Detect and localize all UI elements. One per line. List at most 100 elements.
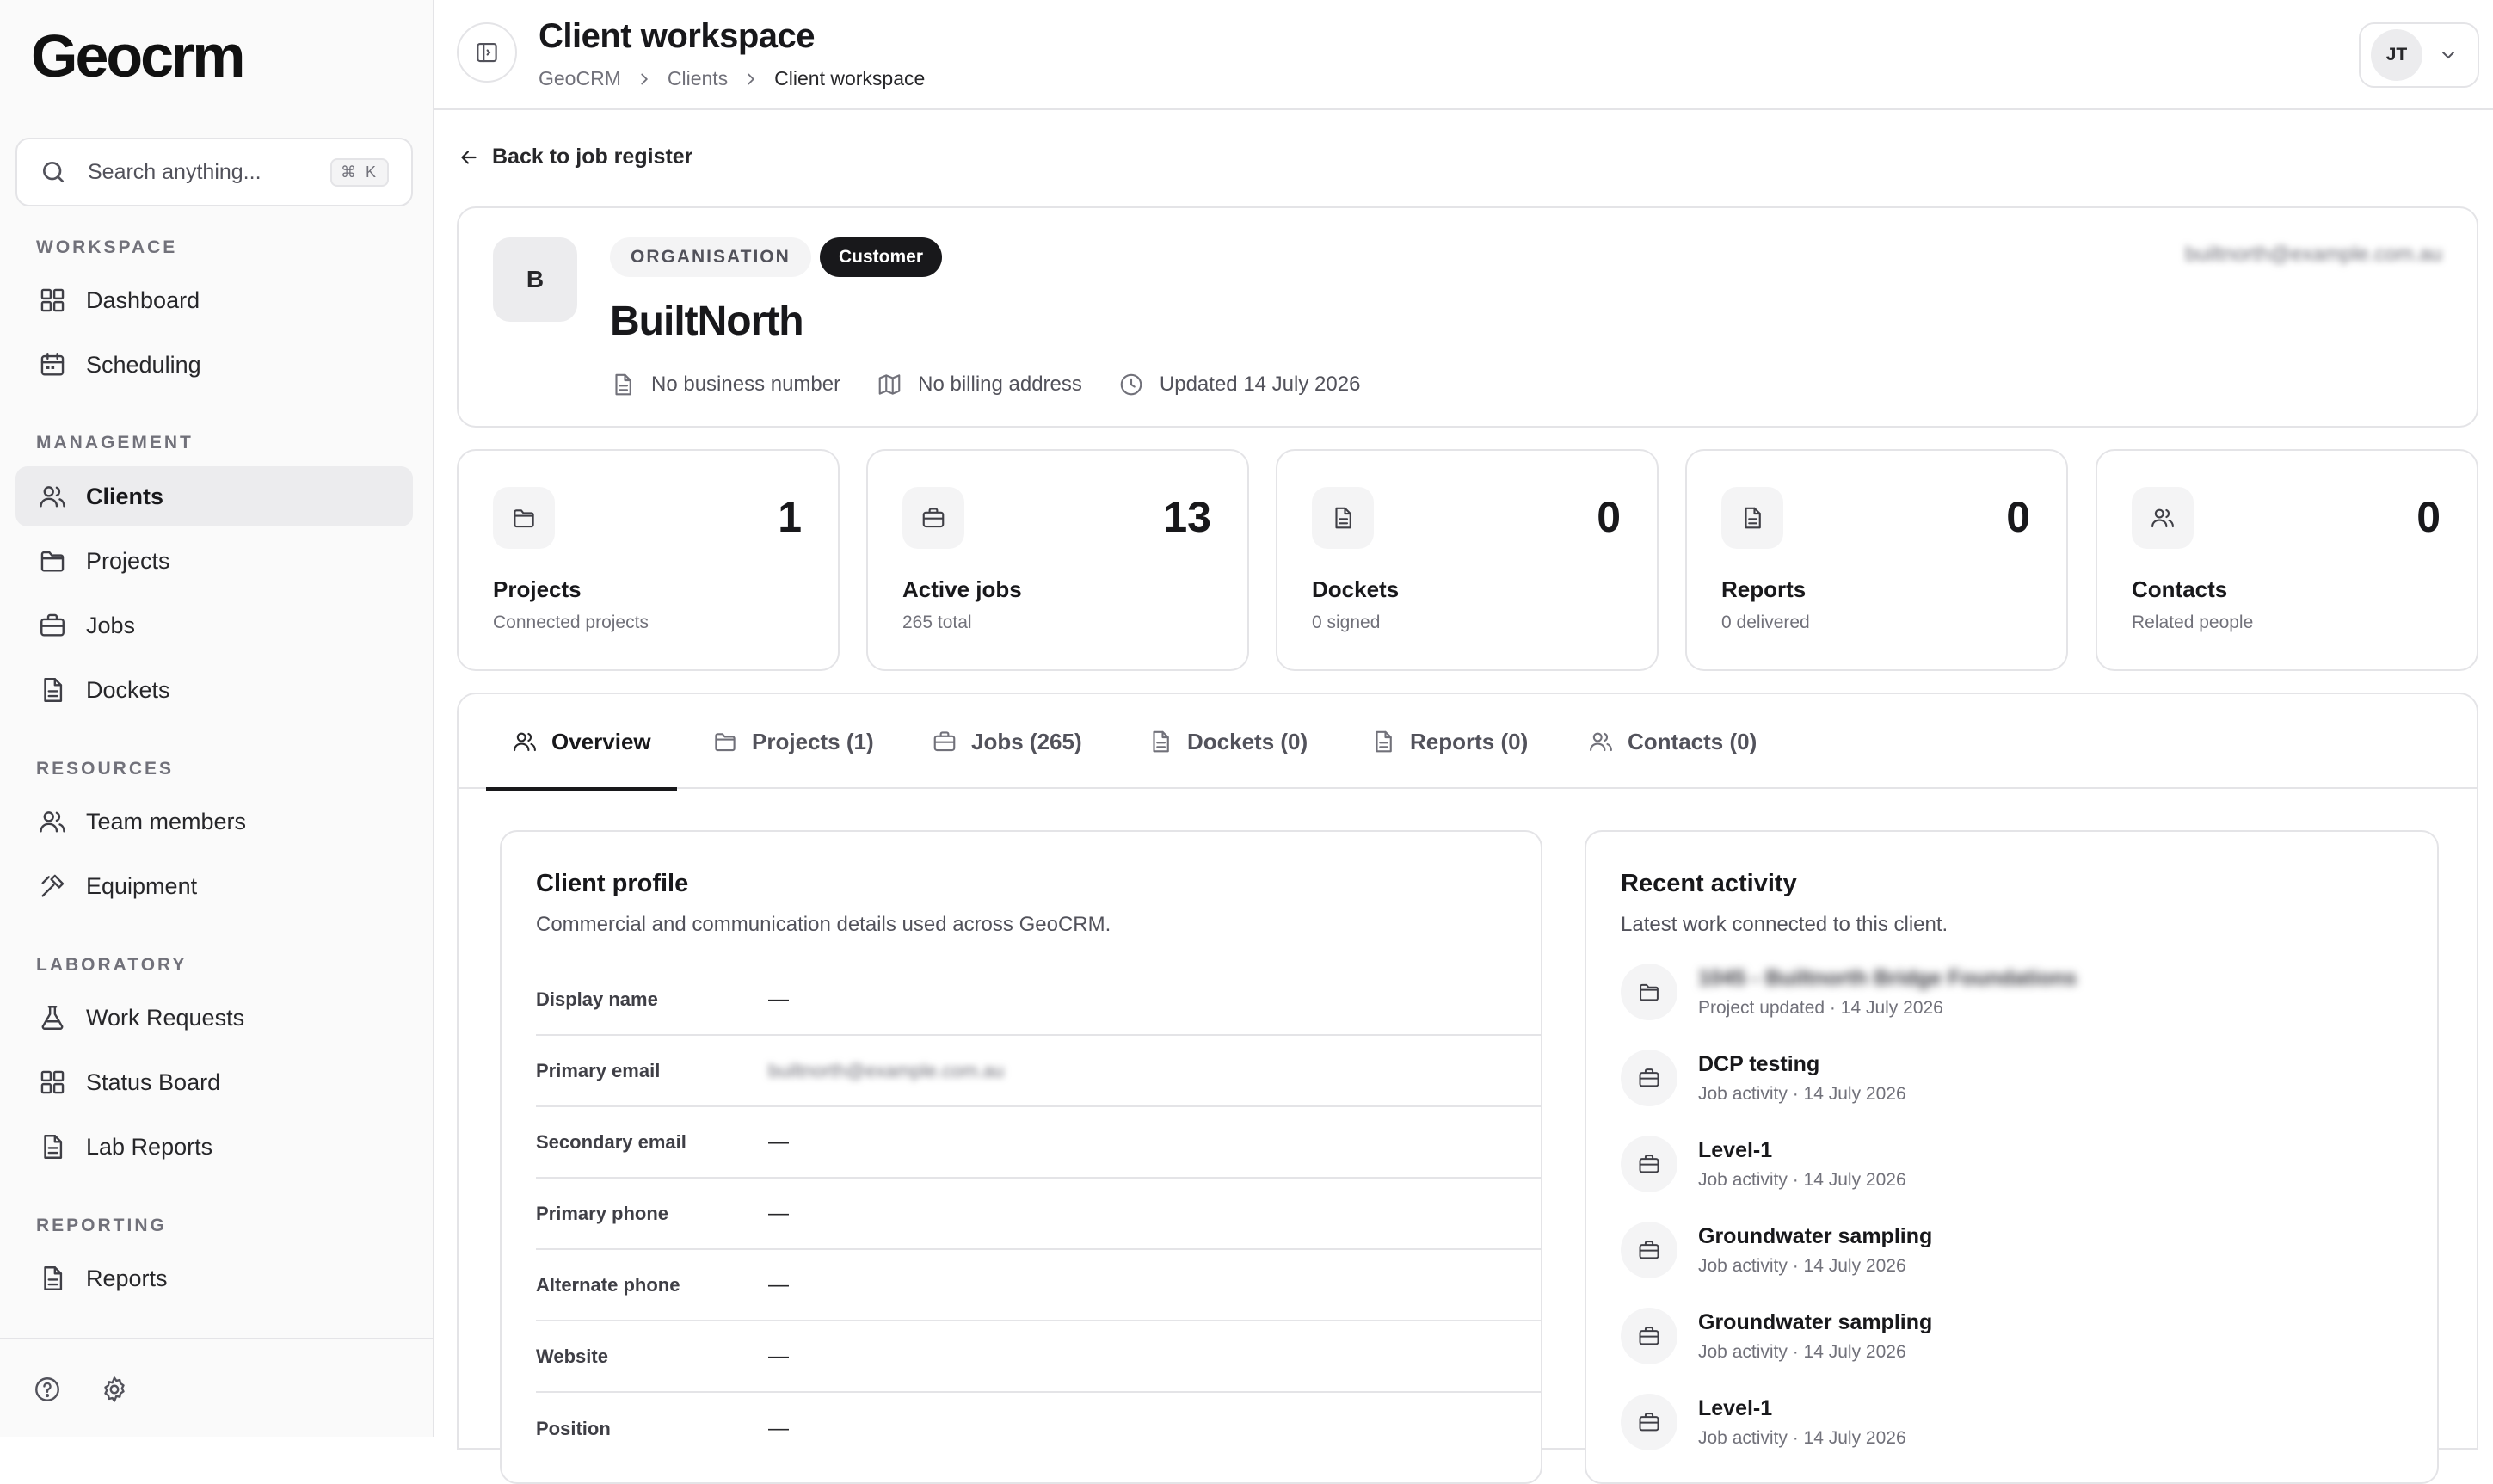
field-secondary-email: Secondary email — [536, 1107, 1542, 1179]
sidebar-item-reports[interactable]: Reports [15, 1248, 413, 1309]
user-menu-button[interactable]: JT [2359, 22, 2479, 88]
business-number: No business number [610, 372, 840, 397]
users-icon [38, 482, 67, 511]
stat-card-dockets[interactable]: 0 Dockets 0 signed [1276, 449, 1659, 671]
sidebar-item-label: Team members [86, 808, 247, 834]
activity-title: Level-1 [1698, 1137, 1773, 1162]
field-primary-phone: Primary phone — [536, 1179, 1542, 1250]
field-website: Website — [536, 1321, 1542, 1393]
tab-label: Jobs (265) [971, 728, 1082, 754]
top-header: Client workspace GeoCRM Clients Client w… [434, 0, 2493, 110]
client-profile-subtitle: Commercial and communication details use… [536, 913, 1111, 936]
briefcase-icon [1621, 1136, 1677, 1192]
activity-meta: Job activity · 14 July 2026 [1698, 1255, 1906, 1276]
activity-item[interactable]: Level-1 Job activity · 14 July 2026 [1621, 1388, 2395, 1456]
section-workspace: WORKSPACE [36, 237, 178, 257]
sidebar-item-dashboard[interactable]: Dashboard [15, 270, 413, 330]
activity-item[interactable]: 1045 - Builtnorth Bridge Foundations Proj… [1621, 958, 2395, 1026]
clock-icon [1118, 372, 1160, 397]
sidebar-toggle-button[interactable] [457, 22, 517, 83]
sidebar-item-projects[interactable]: Projects [15, 531, 413, 591]
billing-address-text: No billing address [918, 373, 1082, 396]
search-icon [40, 158, 67, 186]
stat-value: 0 [2006, 493, 2030, 541]
tab-reports[interactable]: Reports (0) [1370, 694, 1528, 789]
field-value: — [768, 1272, 789, 1296]
search-input[interactable]: Search anything... ⌘ K [15, 138, 413, 206]
arrow-left-icon [458, 146, 492, 169]
activity-item[interactable]: Groundwater sampling Job activity · 14 Ju… [1621, 1216, 2395, 1284]
search-shortcut: ⌘ K [329, 157, 389, 187]
sidebar-item-label: Status Board [86, 1068, 221, 1095]
grid-icon [38, 286, 67, 315]
sidebar-item-label: Jobs [86, 612, 136, 638]
section-resources: RESOURCES [36, 759, 175, 779]
app-logo[interactable]: Geocrm [31, 26, 246, 86]
users-icon [38, 807, 67, 836]
page-title: Client workspace [539, 17, 816, 55]
tab-projects[interactable]: Projects (1) [712, 694, 874, 789]
activity-meta: Project updated · 14 July 2026 [1698, 997, 1943, 1018]
client-meta: No business number No billing address Up… [610, 372, 1396, 397]
back-to-job-register-link[interactable]: Back to job register [458, 145, 692, 169]
field-label: Alternate phone [536, 1273, 680, 1296]
stat-sub: 265 total [902, 613, 972, 632]
document-icon [1721, 487, 1783, 549]
stat-value: 0 [2416, 493, 2441, 541]
field-alternate-phone: Alternate phone — [536, 1250, 1542, 1321]
updated-date: Updated 14 July 2026 [1118, 372, 1361, 397]
sidebar-item-label: Equipment [86, 872, 198, 899]
recent-activity-subtitle: Latest work connected to this client. [1621, 913, 1948, 936]
sidebar-item-jobs[interactable]: Jobs [15, 595, 413, 656]
client-type-badge: ORGANISATION [610, 237, 811, 277]
chevron-down-icon [2438, 45, 2459, 65]
updated-date-text: Updated 14 July 2026 [1159, 373, 1361, 396]
document-icon [1312, 487, 1374, 549]
stat-card-projects[interactable]: 1 Projects Connected projects [457, 449, 840, 671]
stat-card-contacts[interactable]: 0 Contacts Related people [2096, 449, 2478, 671]
sidebar-item-status-board[interactable]: Status Board [15, 1052, 413, 1112]
tab-bar: Overview Projects (1) Jobs (265) Dockets… [459, 694, 2477, 791]
activity-item[interactable]: Level-1 Job activity · 14 July 2026 [1621, 1130, 2395, 1198]
stat-card-reports[interactable]: 0 Reports 0 delivered [1685, 449, 2068, 671]
sidebar-item-label: Dockets [86, 676, 170, 703]
client-email[interactable]: builtnorth@example.com.au [2185, 243, 2442, 267]
sidebar-item-work-requests[interactable]: Work Requests [15, 988, 413, 1048]
sidebar-item-equipment[interactable]: Equipment [15, 856, 413, 916]
sidebar-item-dockets[interactable]: Dockets [15, 660, 413, 720]
sidebar-item-label: Lab Reports [86, 1133, 213, 1160]
section-management: MANAGEMENT [36, 433, 194, 453]
field-value[interactable]: builtnorth@example.com.au [768, 1060, 1004, 1082]
breadcrumb-geocrm[interactable]: GeoCRM [539, 67, 621, 90]
tab-label: Dockets (0) [1187, 728, 1308, 754]
stat-sub: 0 signed [1312, 613, 1381, 632]
activity-item[interactable]: Groundwater sampling Job activity · 14 Ju… [1621, 1302, 2395, 1370]
client-name: BuiltNorth [610, 299, 804, 344]
activity-title: DCP testing [1698, 1051, 1820, 1076]
tab-jobs[interactable]: Jobs (265) [932, 694, 1082, 789]
breadcrumb-clients[interactable]: Clients [668, 67, 728, 90]
chevron-right-icon [742, 70, 760, 89]
activity-title: 1045 - Builtnorth Bridge Foundations [1698, 965, 2078, 990]
stat-sub: 0 delivered [1721, 613, 1810, 632]
sidebar-item-scheduling[interactable]: Scheduling [15, 335, 413, 395]
sidebar-item-clients[interactable]: Clients [15, 466, 413, 526]
briefcase-icon [1621, 1308, 1677, 1364]
field-value: — [768, 1416, 789, 1440]
status-badge: Customer [820, 237, 943, 277]
help-icon[interactable] [33, 1375, 62, 1404]
document-icon [610, 372, 651, 397]
tab-overview[interactable]: Overview [486, 694, 677, 791]
sidebar-item-label: Clients [86, 483, 164, 509]
sidebar-item-lab-reports[interactable]: Lab Reports [15, 1117, 413, 1177]
tab-contacts[interactable]: Contacts (0) [1588, 694, 1757, 789]
client-avatar: B [493, 237, 577, 322]
sidebar-item-label: Work Requests [86, 1004, 245, 1031]
settings-icon[interactable] [100, 1375, 129, 1404]
breadcrumb: GeoCRM Clients Client workspace [539, 67, 925, 90]
tab-dockets[interactable]: Dockets (0) [1148, 694, 1308, 789]
stat-label: Contacts [2132, 576, 2228, 602]
stat-card-active-jobs[interactable]: 13 Active jobs 265 total [866, 449, 1249, 671]
activity-item[interactable]: DCP testing Job activity · 14 July 2026 [1621, 1044, 2395, 1112]
sidebar-item-team-members[interactable]: Team members [15, 791, 413, 852]
